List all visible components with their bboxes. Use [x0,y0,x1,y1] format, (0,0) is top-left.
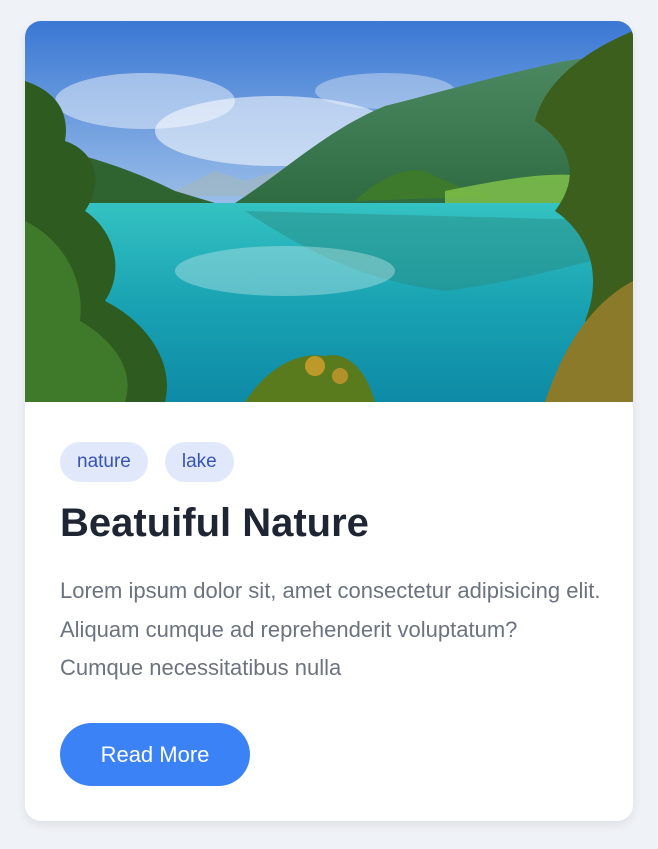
tag-list: nature lake [60,442,234,482]
card-title: Beatuiful Nature [60,501,369,545]
lake-landscape-image [25,21,633,402]
tag-lake[interactable]: lake [164,442,234,482]
card-description: Lorem ipsum dolor sit, amet consectetur … [60,578,601,680]
read-more-button[interactable]: Read More [60,723,250,786]
tag-nature[interactable]: nature [60,442,148,482]
article-card: nature lake Beatuiful Nature Lorem ipsum… [25,21,633,821]
